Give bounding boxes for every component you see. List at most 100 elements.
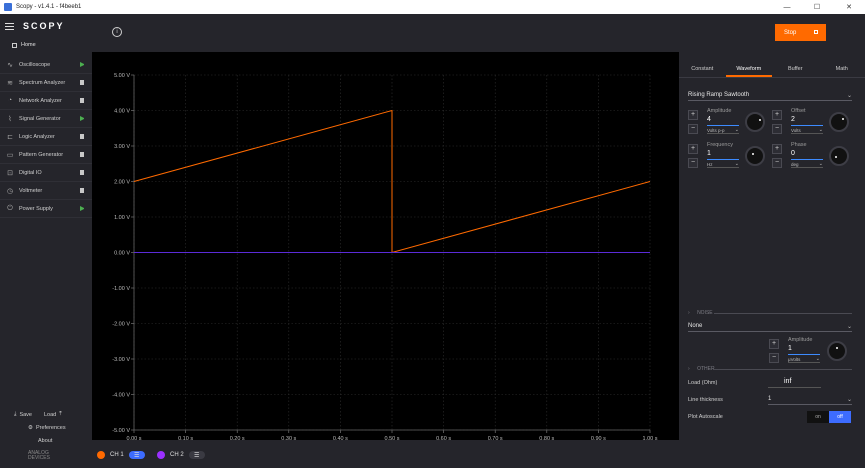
y-tick-label: 1.00 V	[114, 215, 130, 221]
stopped-status-icon[interactable]	[80, 188, 84, 193]
knob-indicator	[835, 156, 837, 158]
sidebar-item-label: Oscilloscope	[19, 61, 51, 68]
sidebar-item-label: Signal Generator	[19, 115, 61, 122]
noise-amplitude-input[interactable]: 1	[788, 345, 820, 355]
chevron-right-icon: ›	[688, 366, 690, 372]
noise-amplitude-minus-button[interactable]: −	[769, 353, 779, 363]
home-icon	[12, 42, 17, 48]
hamburger-menu-icon[interactable]	[5, 22, 14, 30]
phase-minus-button[interactable]: −	[772, 158, 782, 168]
sidebar: SCOPY Home ∿ Oscilloscope ≋ Spectrum Ana…	[0, 14, 92, 468]
amplitude-unit-select[interactable]: Volts p-p ⌄	[707, 127, 739, 134]
signal-plot[interactable]: 0.00 s 0.10 s 0.20 s 0.30 s 0.40 s 0.50 s 0.60…	[92, 52, 679, 440]
stopped-status-icon[interactable]	[80, 170, 84, 175]
section-divider	[714, 313, 852, 314]
stopped-status-icon[interactable]	[80, 134, 84, 139]
save-icon: ⤓	[14, 411, 17, 417]
phase-label: Phase	[791, 142, 807, 148]
maximize-button[interactable]: ☐	[806, 0, 828, 14]
sidebar-item-logic-analyzer[interactable]: ⊏ Logic Analyzer	[0, 128, 92, 146]
y-tick-label: 0.00 V	[114, 251, 130, 257]
running-status-icon[interactable]	[80, 62, 84, 67]
sidebar-item-label: Power Supply	[19, 205, 53, 212]
tab-math[interactable]: Math	[819, 62, 865, 77]
logo-row: SCOPY	[0, 14, 92, 38]
frequency-unit: Hz	[707, 162, 713, 167]
stopped-status-icon[interactable]	[80, 152, 84, 157]
sidebar-item-digital-io[interactable]: ⊡ Digital IO	[0, 164, 92, 182]
about-button[interactable]: About	[38, 438, 52, 444]
amplitude-knob[interactable]	[745, 112, 765, 132]
info-icon[interactable]: i	[112, 27, 122, 37]
line-thickness-select[interactable]: 1 ⌄	[768, 394, 852, 405]
chevron-down-icon: ⌄	[846, 397, 852, 403]
amplitude-input[interactable]: 4	[707, 116, 739, 126]
tab-constant[interactable]: Constant	[679, 62, 726, 77]
save-button[interactable]: Save	[19, 412, 32, 418]
noise-section-header[interactable]: › NOISE	[688, 310, 852, 318]
y-tick-label: 3.00 V	[114, 144, 130, 150]
channel-1[interactable]: CH 1 ☰	[97, 450, 145, 460]
frequency-plus-button[interactable]: +	[688, 144, 698, 154]
noise-type-select[interactable]: None ⌄	[688, 321, 852, 332]
phase-plus-button[interactable]: +	[772, 144, 782, 154]
running-status-icon[interactable]	[80, 206, 84, 211]
sidebar-item-label: Spectrum Analyzer	[19, 79, 66, 86]
chevron-down-icon: ⌄	[818, 161, 823, 167]
offset-input[interactable]: 2	[791, 116, 823, 126]
load-input[interactable]: inf	[768, 378, 821, 388]
scopy-logo: SCOPY	[23, 21, 65, 31]
phase-unit-select[interactable]: deg ⌄	[791, 161, 823, 168]
sidebar-item-power-supply[interactable]: ⏻ Power Supply	[0, 200, 92, 218]
minimize-button[interactable]: —	[776, 0, 798, 14]
offset-unit-select[interactable]: Volts ⌄	[791, 127, 823, 134]
noise-amplitude-plus-button[interactable]: +	[769, 339, 779, 349]
offset-knob[interactable]	[829, 112, 849, 132]
noise-amplitude-knob[interactable]	[827, 341, 847, 361]
plot-svg: 0.00 s 0.10 s 0.20 s 0.30 s 0.40 s 0.50 s 0.60…	[112, 73, 657, 440]
noise-amplitude-unit-select[interactable]: μVolts ⌄	[788, 356, 820, 363]
stop-square-icon	[814, 30, 818, 34]
waveform-select[interactable]: Rising Ramp Sawtooth ⌄	[688, 90, 852, 101]
channel-menu-icon[interactable]: ☰	[188, 451, 205, 459]
sidebar-item-spectrum-analyzer[interactable]: ≋ Spectrum Analyzer	[0, 74, 92, 92]
y-tick-label: -3.00 V	[112, 357, 130, 363]
y-tick-label: -2.00 V	[112, 322, 130, 328]
sidebar-item-voltmeter[interactable]: ◷ Voltmeter	[0, 182, 92, 200]
offset-minus-button[interactable]: −	[772, 124, 782, 134]
sidebar-item-network-analyzer[interactable]: ◔ Network Analyzer	[0, 92, 92, 110]
chevron-down-icon: ⌄	[734, 127, 739, 133]
plot-autoscale-toggle[interactable]: on off	[807, 411, 851, 423]
sidebar-item-pattern-generator[interactable]: ▭ Pattern Generator	[0, 146, 92, 164]
stopped-status-icon[interactable]	[80, 80, 84, 85]
stop-button[interactable]: Stop	[775, 24, 826, 41]
phase-knob[interactable]	[829, 146, 849, 166]
frequency-input[interactable]: 1	[707, 150, 739, 160]
channel-menu-icon[interactable]: ☰	[128, 451, 145, 459]
digital-io-icon: ⊡	[7, 169, 13, 177]
frequency-knob[interactable]	[745, 146, 765, 166]
close-button[interactable]: ✕	[838, 0, 860, 14]
autoscale-off-option[interactable]: off	[829, 411, 851, 423]
amplitude-plus-button[interactable]: +	[688, 110, 698, 120]
frequency-label: Frequency	[707, 142, 733, 148]
channel-color-dot	[157, 451, 165, 459]
tab-buffer[interactable]: Buffer	[772, 62, 819, 77]
channel-2[interactable]: CH 2 ☰	[157, 450, 205, 460]
preferences-button[interactable]: Preferences	[36, 425, 66, 431]
power-icon: ⏻	[7, 204, 13, 212]
tab-waveform[interactable]: Waveform	[725, 62, 772, 77]
offset-plus-button[interactable]: +	[772, 110, 782, 120]
sidebar-item-home[interactable]: Home	[0, 38, 92, 52]
sidebar-item-signal-generator[interactable]: ⌇ Signal Generator	[0, 110, 92, 128]
frequency-minus-button[interactable]: −	[688, 158, 698, 168]
phase-input[interactable]: 0	[791, 150, 823, 160]
sidebar-item-oscilloscope[interactable]: ∿ Oscilloscope	[0, 56, 92, 74]
frequency-unit-select[interactable]: Hz ⌄	[707, 161, 739, 168]
running-status-icon[interactable]	[80, 116, 84, 121]
other-section-header[interactable]: › OTHER	[688, 366, 852, 374]
amplitude-minus-button[interactable]: −	[688, 124, 698, 134]
autoscale-on-option[interactable]: on	[807, 411, 829, 423]
stopped-status-icon[interactable]	[80, 98, 84, 103]
load-button[interactable]: Load	[44, 412, 56, 418]
